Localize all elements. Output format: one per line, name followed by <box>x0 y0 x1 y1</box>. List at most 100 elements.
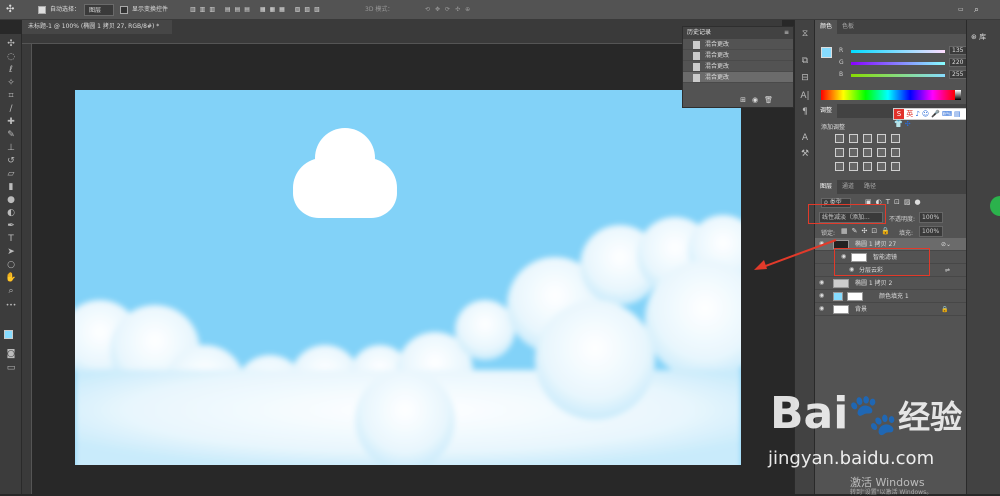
gradient-map-icon[interactable] <box>877 162 886 171</box>
path-selection-icon[interactable]: ➤ <box>5 246 17 258</box>
history-doc-icon <box>693 73 700 82</box>
levels-icon[interactable] <box>849 134 858 143</box>
tool-presets-icon[interactable]: ⚒ <box>799 148 811 160</box>
document-canvas[interactable] <box>75 90 741 465</box>
gradient-icon[interactable]: ▮ <box>5 181 17 193</box>
brush-icon[interactable]: ✎ <box>5 129 17 141</box>
layer-name: 椭圆 1 拷贝 2 <box>855 280 893 287</box>
green-slider[interactable] <box>851 62 945 65</box>
more-tools-icon[interactable]: ••• <box>5 300 17 312</box>
tab-channels[interactable]: 通道 <box>837 180 859 194</box>
lock-icons[interactable]: ▦✎✣⊡🔒 <box>841 227 894 235</box>
move-icon[interactable]: ✣ <box>5 38 17 50</box>
dodge-icon[interactable]: ◐ <box>5 207 17 219</box>
move-tool-icon[interactable]: ✣ <box>6 4 14 16</box>
channel-mixer-icon[interactable] <box>891 148 900 157</box>
history-item[interactable]: 混合更改 <box>683 61 793 72</box>
visibility-eye-icon[interactable]: ◉ <box>819 280 826 286</box>
layer-mask-thumbnail <box>847 292 863 301</box>
character-icon[interactable]: A| <box>799 90 811 102</box>
layer-row[interactable]: ◉ 背景 🔒 <box>815 303 967 316</box>
layer-row[interactable]: ◉ 椭圆 1 拷贝 2 <box>815 277 967 290</box>
threshold-icon[interactable] <box>863 162 872 171</box>
hue-saturation-icon[interactable] <box>835 148 844 157</box>
lock-icon: 🔒 <box>941 306 949 313</box>
auto-select-checkbox[interactable] <box>38 4 46 16</box>
tab-swatches[interactable]: 色板 <box>837 20 859 34</box>
fill-field[interactable]: 100% <box>919 226 943 237</box>
baidu-logo: Bai🐾经验 <box>770 388 963 439</box>
history-item[interactable]: 混合更改 <box>683 39 793 50</box>
history-panel-title: 历史记录 <box>683 27 793 39</box>
hand-icon[interactable]: ✋ <box>5 272 17 284</box>
black-white-icon[interactable] <box>863 148 872 157</box>
search-icon[interactable]: ⌕ <box>974 4 979 16</box>
layer-row[interactable]: ◉ 颜色填充 1 <box>815 290 967 303</box>
healing-brush-icon[interactable]: ✚ <box>5 116 17 128</box>
smart-object-icon: ⊘⌄ <box>941 241 952 248</box>
red-slider-row: R 135 <box>839 46 979 56</box>
auto-select-label: 自动选择： <box>50 6 81 13</box>
opacity-field[interactable]: 100% <box>919 212 943 223</box>
grayscale-ramp[interactable] <box>955 90 961 100</box>
history-brush-icon[interactable]: ↺ <box>5 155 17 167</box>
fill-color-thumbnail <box>833 292 843 301</box>
blur-icon[interactable]: ● <box>5 194 17 206</box>
curves-icon[interactable] <box>863 134 872 143</box>
tab-paths[interactable]: 路径 <box>859 180 881 194</box>
tab-layers[interactable]: 图层 <box>815 180 838 194</box>
show-transform-checkbox[interactable] <box>120 4 128 16</box>
glyph-icon[interactable]: A <box>799 132 811 144</box>
history-icon[interactable]: ⧖ <box>799 28 811 40</box>
align-buttons[interactable]: ▥▥▥ ▤▤▤ ▦▦▦ ▧▧▧ <box>190 4 324 16</box>
color-spectrum[interactable] <box>821 90 955 100</box>
history-item-selected[interactable]: 混合更改 <box>683 72 793 83</box>
foreground-swatch[interactable] <box>821 47 832 58</box>
invert-icon[interactable] <box>835 162 844 171</box>
magic-wand-icon[interactable]: ✧ <box>5 77 17 89</box>
crop-icon[interactable]: ⌗ <box>5 90 17 102</box>
type-icon[interactable]: T <box>5 233 17 245</box>
layer-thumbnail <box>833 305 849 314</box>
red-slider[interactable] <box>851 50 945 53</box>
blue-slider[interactable] <box>851 74 945 77</box>
ime-toolbar[interactable]: S 英 ♪☺🎤⌨▤👕✣ <box>893 108 967 128</box>
lasso-icon[interactable]: ℓ <box>5 64 17 76</box>
blue-label: B <box>839 71 844 78</box>
history-item[interactable]: 混合更改 <box>683 50 793 61</box>
visibility-eye-icon[interactable]: ◉ <box>819 306 826 312</box>
paragraph-icon[interactable]: ¶ <box>799 106 811 118</box>
history-actions[interactable]: ⊞◉🗑 <box>740 96 779 104</box>
marquee-icon[interactable]: ◌ <box>5 51 17 63</box>
mode-3d-icons[interactable]: ⟲✥⟳✣⊕ <box>425 4 475 16</box>
panel-menu-icon[interactable]: ≡ <box>784 29 789 36</box>
posterize-icon[interactable] <box>849 162 858 171</box>
auto-select-dropdown[interactable]: 图层 <box>84 4 114 16</box>
shape-icon[interactable]: ○ <box>5 259 17 271</box>
ime-mode-label: 英 <box>906 110 914 118</box>
vibrance-icon[interactable] <box>891 134 900 143</box>
screen-mode-icon[interactable]: ▭ <box>5 362 17 374</box>
tab-adjustments[interactable]: 调整 <box>815 104 838 118</box>
channel-icon[interactable]: ⊟ <box>799 72 811 84</box>
selective-color-icon[interactable] <box>891 162 900 171</box>
properties-icon[interactable]: ⧉ <box>799 55 811 67</box>
workspace-icon[interactable]: ▭ <box>958 4 964 16</box>
libraries-button[interactable]: ⊛ 库 <box>971 32 986 42</box>
quick-mask-icon[interactable]: ◙ <box>5 348 17 360</box>
exposure-icon[interactable] <box>877 134 886 143</box>
photo-filter-icon[interactable] <box>877 148 886 157</box>
stamp-icon[interactable]: ⊥ <box>5 142 17 154</box>
visibility-eye-icon[interactable]: ◉ <box>819 293 826 299</box>
eraser-icon[interactable]: ▱ <box>5 168 17 180</box>
pen-icon[interactable]: ✒ <box>5 220 17 232</box>
document-tab[interactable]: 未标题-1 @ 100% (椭圆 1 拷贝 27, RGB/8#) * × <box>22 20 172 44</box>
color-balance-icon[interactable] <box>849 148 858 157</box>
tools-panel: ✣ ◌ ℓ ✧ ⌗ ∕ ✚ ✎ ⊥ ↺ ▱ ▮ ● ◐ ✒ T ➤ ○ ✋ ⌕ … <box>0 34 22 494</box>
foreground-color-swatch[interactable] <box>4 330 13 339</box>
brightness-icon[interactable] <box>835 134 844 143</box>
zoom-icon[interactable]: ⌕ <box>5 285 17 297</box>
filter-options-icon[interactable]: ⇌ <box>945 264 950 277</box>
tab-color[interactable]: 颜色 <box>815 20 838 34</box>
eyedropper-icon[interactable]: ∕ <box>5 103 17 115</box>
